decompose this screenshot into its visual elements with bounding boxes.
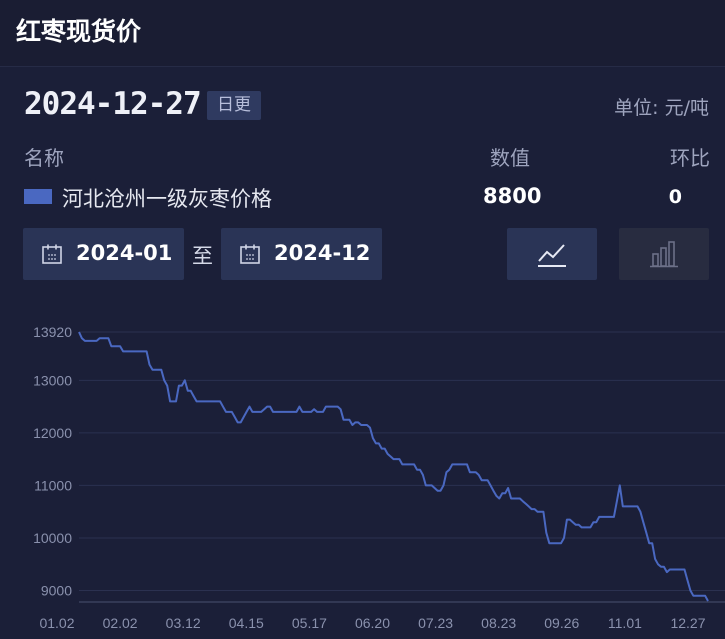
- column-header-name: 名称: [24, 146, 64, 170]
- series-row: 河北沧州一级灰枣价格 8800 0: [24, 182, 704, 212]
- x-tick-label: 04.15: [229, 615, 264, 631]
- calendar-icon: [42, 244, 62, 264]
- price-line-chart: 13920 13000 12000 11000 10000 9000 01.02 02.02 0…: [33, 324, 725, 631]
- x-tick-label: 03.12: [166, 615, 201, 631]
- y-tick-label: 13920: [33, 324, 72, 340]
- y-tick-label: 12000: [33, 425, 72, 441]
- series-line: [78, 331, 709, 602]
- line-chart-icon: [538, 244, 566, 267]
- update-frequency-badge: 日更: [207, 91, 261, 120]
- series-name: 河北沧州一级灰枣价格: [62, 187, 272, 211]
- y-tick-label: 13000: [33, 372, 72, 388]
- data-date: 2024-12-27: [24, 86, 202, 122]
- end-date-picker[interactable]: 2024-12: [221, 228, 382, 280]
- x-tick-label: 01.02: [39, 615, 74, 631]
- series-value: 8800: [483, 184, 542, 208]
- series-color-swatch: [24, 189, 52, 204]
- unit-label: 单位: 元/吨: [614, 97, 709, 119]
- x-tick-label: 11.01: [608, 615, 642, 631]
- column-header-change: 环比: [670, 146, 710, 170]
- x-tick-label: 12.27: [670, 615, 705, 631]
- bar-chart-icon: [650, 241, 678, 268]
- bar-chart-button[interactable]: [619, 228, 709, 280]
- range-separator: 至: [192, 244, 213, 268]
- end-date-label: 2024-12: [274, 241, 371, 265]
- y-tick-label: 9000: [41, 582, 72, 598]
- x-tick-label: 02.02: [103, 615, 138, 631]
- x-tick-label: 08.23: [481, 615, 516, 631]
- x-tick-label: 05.17: [292, 615, 327, 631]
- column-header-value: 数值: [490, 146, 530, 170]
- y-tick-label: 10000: [33, 530, 72, 546]
- x-tick-label: 09.26: [544, 615, 579, 631]
- start-date-picker[interactable]: 2024-01: [23, 228, 184, 280]
- line-chart-button[interactable]: [507, 228, 597, 280]
- x-tick-label: 06.20: [355, 615, 390, 631]
- y-tick-label: 11000: [34, 477, 72, 493]
- calendar-icon: [240, 244, 260, 264]
- series-change: 0: [668, 186, 682, 208]
- start-date-label: 2024-01: [76, 241, 173, 265]
- x-tick-label: 07.23: [418, 615, 453, 631]
- header-bar: 红枣现货价: [0, 0, 725, 67]
- page-title: 红枣现货价: [16, 17, 142, 46]
